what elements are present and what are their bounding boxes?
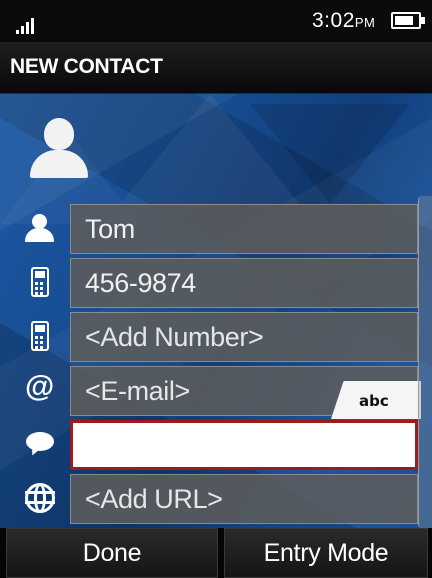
url-placeholder: <Add URL> [85,484,223,514]
person-icon [22,211,58,247]
mobile-phone-icon [22,319,58,355]
url-field[interactable]: <Add URL> [70,474,418,524]
phone-number-field[interactable]: 456-9874 [70,258,418,308]
signal-bars-icon [16,16,40,34]
phone-number-value: 456-9874 [85,268,196,298]
battery-level [395,16,413,25]
name-field[interactable]: Tom [70,204,418,254]
chat-bubble-icon [22,426,58,462]
clock-ampm: PM [354,15,376,30]
keyboard-mode-label: abc [359,392,389,410]
name-field-value: Tom [85,214,135,244]
im-field-active[interactable] [70,420,418,470]
done-button[interactable]: Done [6,528,218,578]
softkey-bar: Done Entry Mode [0,528,432,578]
email-at-icon: @ [25,370,55,403]
entry-mode-button[interactable]: Entry Mode [224,528,428,578]
phone-screen: 3:02PM NEW CONTACT Tom 456-9874 <Add Num… [0,0,432,578]
battery-icon [391,12,425,29]
email-placeholder: <E-mail> [85,376,190,406]
status-bar: 3:02PM [0,0,432,42]
scrollbar[interactable] [418,196,432,528]
keyboard-mode-tab[interactable]: abc [331,381,421,419]
add-number-field[interactable]: <Add Number> [70,312,418,362]
globe-icon [22,480,58,516]
clock-time: 3:02 [312,9,355,32]
status-clock: 3:02PM [312,9,375,33]
contact-avatar-icon[interactable] [30,118,88,180]
page-title: NEW CONTACT [10,55,163,78]
mobile-phone-icon [22,265,58,301]
add-number-placeholder: <Add Number> [85,322,264,352]
title-bar: NEW CONTACT [0,42,432,94]
